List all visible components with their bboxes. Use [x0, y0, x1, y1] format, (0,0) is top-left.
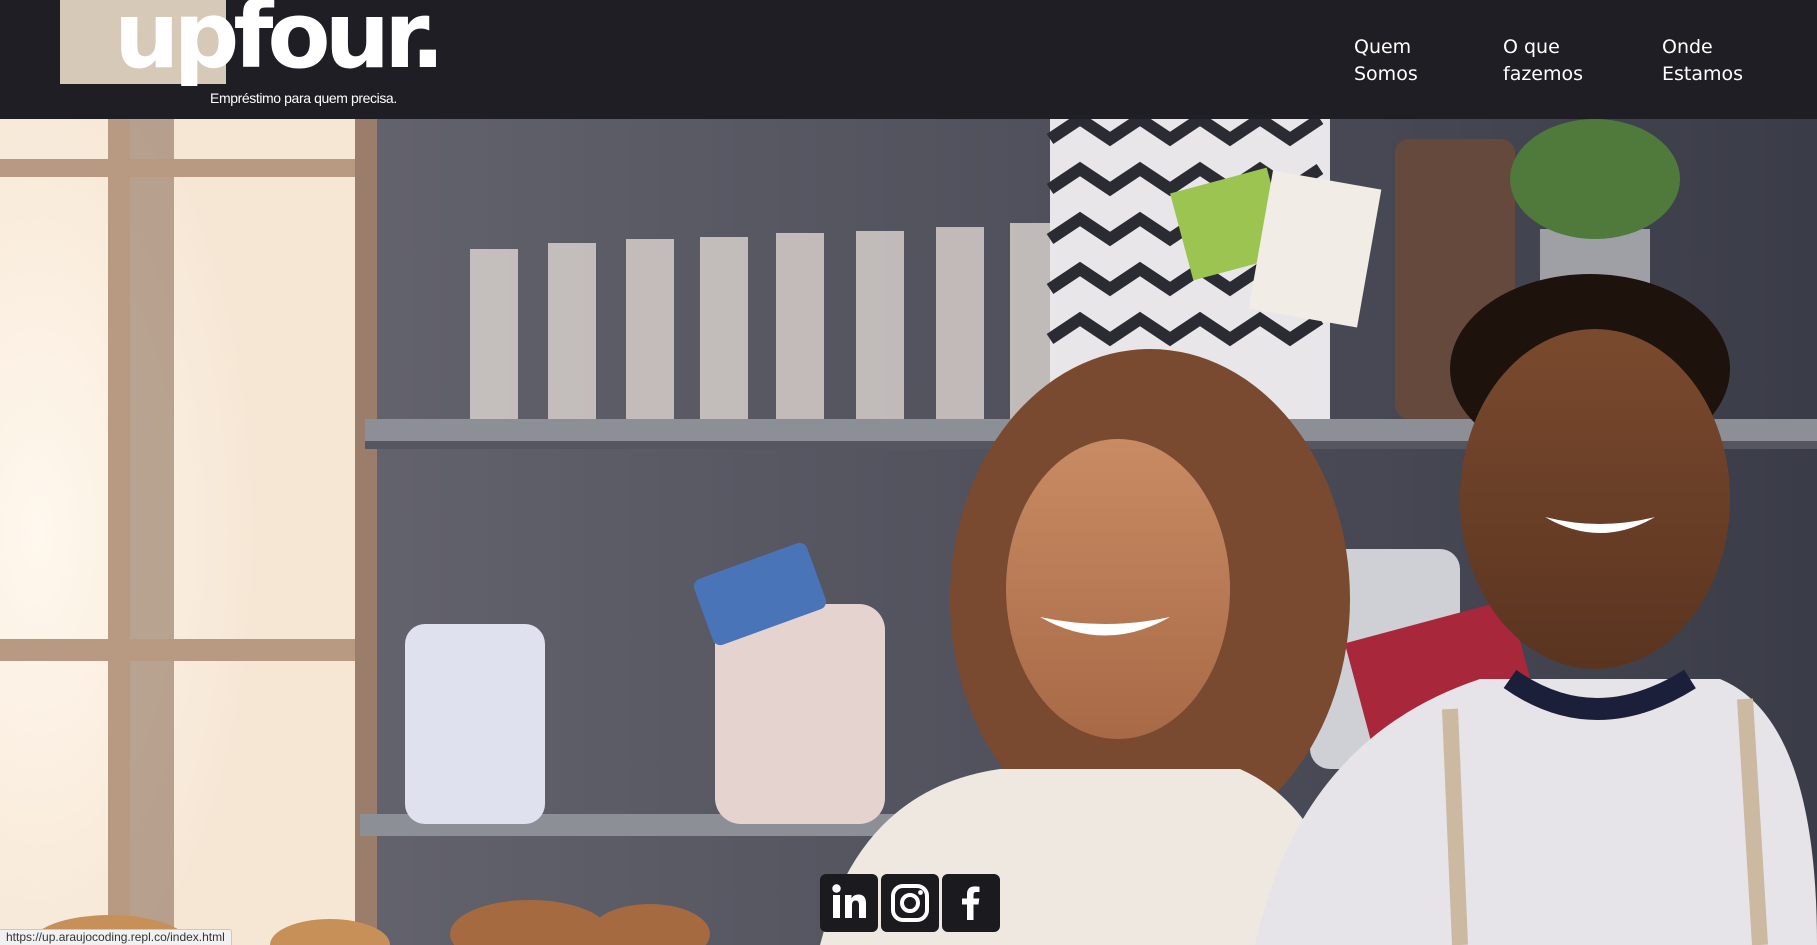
nav-quem-somos[interactable]: Quem Somos	[1354, 34, 1418, 88]
hero-image	[0, 119, 1817, 945]
logo-tagline: Empréstimo para quem precisa.	[210, 90, 397, 106]
nav-label-line2: fazemos	[1503, 63, 1584, 85]
hero-photo-illustration	[0, 119, 1817, 945]
logo-wordmark: upfour.	[114, 0, 445, 89]
nav-onde-estamos[interactable]: Onde Estamos	[1662, 34, 1743, 88]
nav-label-line1: Onde	[1662, 36, 1713, 58]
nav-o-que-fazemos[interactable]: O que fazemos	[1503, 34, 1583, 88]
site-header: upfour. Empréstimo para quem precisa. Qu…	[0, 0, 1817, 119]
nav-label-line2: Estamos	[1662, 63, 1744, 85]
nav-label-line1: Quem	[1354, 36, 1412, 58]
browser-status-url: https://up.araujocoding.repl.co/index.ht…	[0, 929, 232, 945]
linkedin-button[interactable]	[820, 874, 878, 932]
linkedin-icon	[832, 884, 866, 918]
nav-label-line1: O que	[1503, 36, 1560, 58]
instagram-button[interactable]	[881, 874, 939, 932]
facebook-icon	[962, 886, 980, 920]
instagram-icon	[891, 884, 929, 922]
nav-label-line2: Somos	[1354, 63, 1418, 85]
brand-logo[interactable]: upfour. Empréstimo para quem precisa.	[60, 0, 445, 110]
facebook-button[interactable]	[942, 874, 1000, 932]
